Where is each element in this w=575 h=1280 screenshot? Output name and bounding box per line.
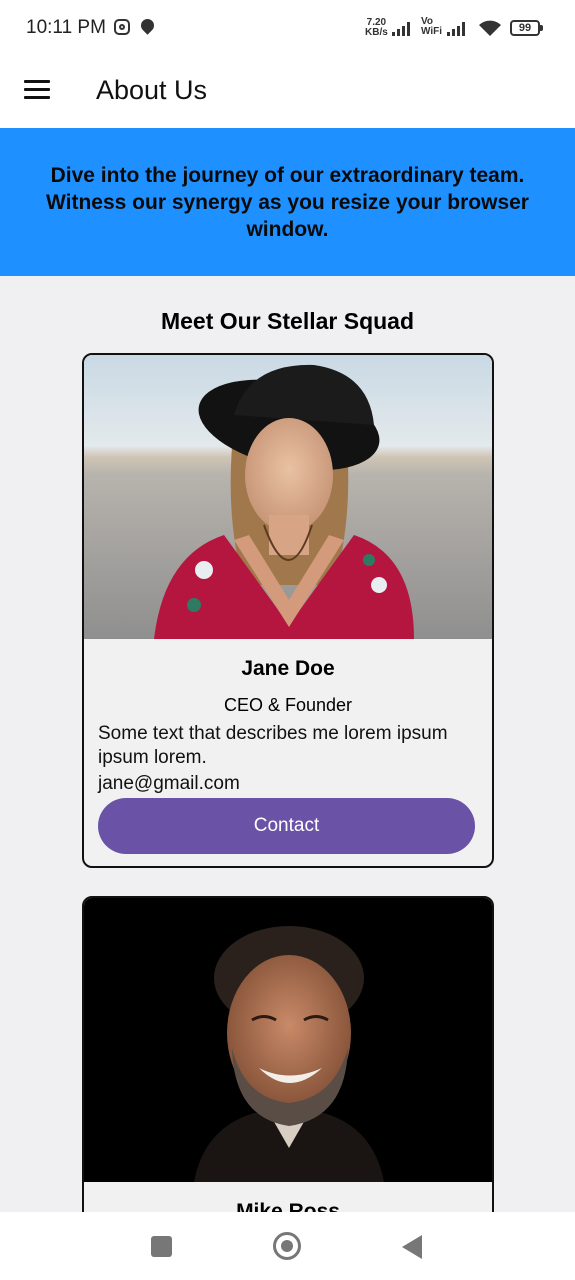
hamburger-menu-icon[interactable] bbox=[24, 80, 50, 100]
member-name: Jane Doe bbox=[241, 657, 335, 680]
network-speed-unit: KB/s bbox=[365, 27, 388, 38]
section-title: Meet Our Stellar Squad bbox=[160, 308, 415, 334]
system-navigation-bar bbox=[0, 1212, 575, 1280]
status-time: 10:11 PM bbox=[26, 17, 106, 38]
status-bar: 10:11 PM 7.20 KB/s Vo WiFi 99 bbox=[0, 0, 575, 58]
back-icon[interactable] bbox=[402, 1235, 422, 1259]
signal-icon bbox=[447, 22, 465, 36]
hero-text: Dive into the journey of our extraordina… bbox=[46, 163, 529, 241]
vowifi-indicator: Vo WiFi bbox=[421, 17, 442, 37]
home-icon[interactable] bbox=[273, 1232, 301, 1260]
team-member-photo bbox=[84, 898, 492, 1182]
contact-button[interactable]: Contact bbox=[98, 798, 475, 854]
recents-icon[interactable] bbox=[151, 1236, 172, 1257]
member-description: Some text that describes me lorem ipsum … bbox=[98, 723, 448, 768]
page-title: About Us bbox=[96, 75, 208, 105]
app-bar: About Us bbox=[0, 58, 575, 128]
wifi-icon bbox=[479, 20, 501, 36]
team-member-photo bbox=[84, 355, 492, 639]
signal-icon bbox=[392, 22, 410, 36]
hero-banner: Dive into the journey of our extraordina… bbox=[0, 128, 575, 276]
vowifi-bottom: WiFi bbox=[421, 26, 443, 37]
location-icon bbox=[138, 16, 157, 35]
instagram-icon bbox=[114, 19, 130, 35]
battery-icon: 99 bbox=[510, 20, 543, 36]
team-card: Mike Ross bbox=[82, 896, 494, 1236]
battery-level: 99 bbox=[518, 22, 532, 34]
team-card: Jane Doe CEO & Founder Some text that de… bbox=[82, 353, 494, 868]
member-role: CEO & Founder bbox=[223, 695, 353, 715]
network-speed: 7.20 KB/s bbox=[365, 18, 388, 38]
member-email: jane@gmail.com bbox=[98, 773, 240, 794]
